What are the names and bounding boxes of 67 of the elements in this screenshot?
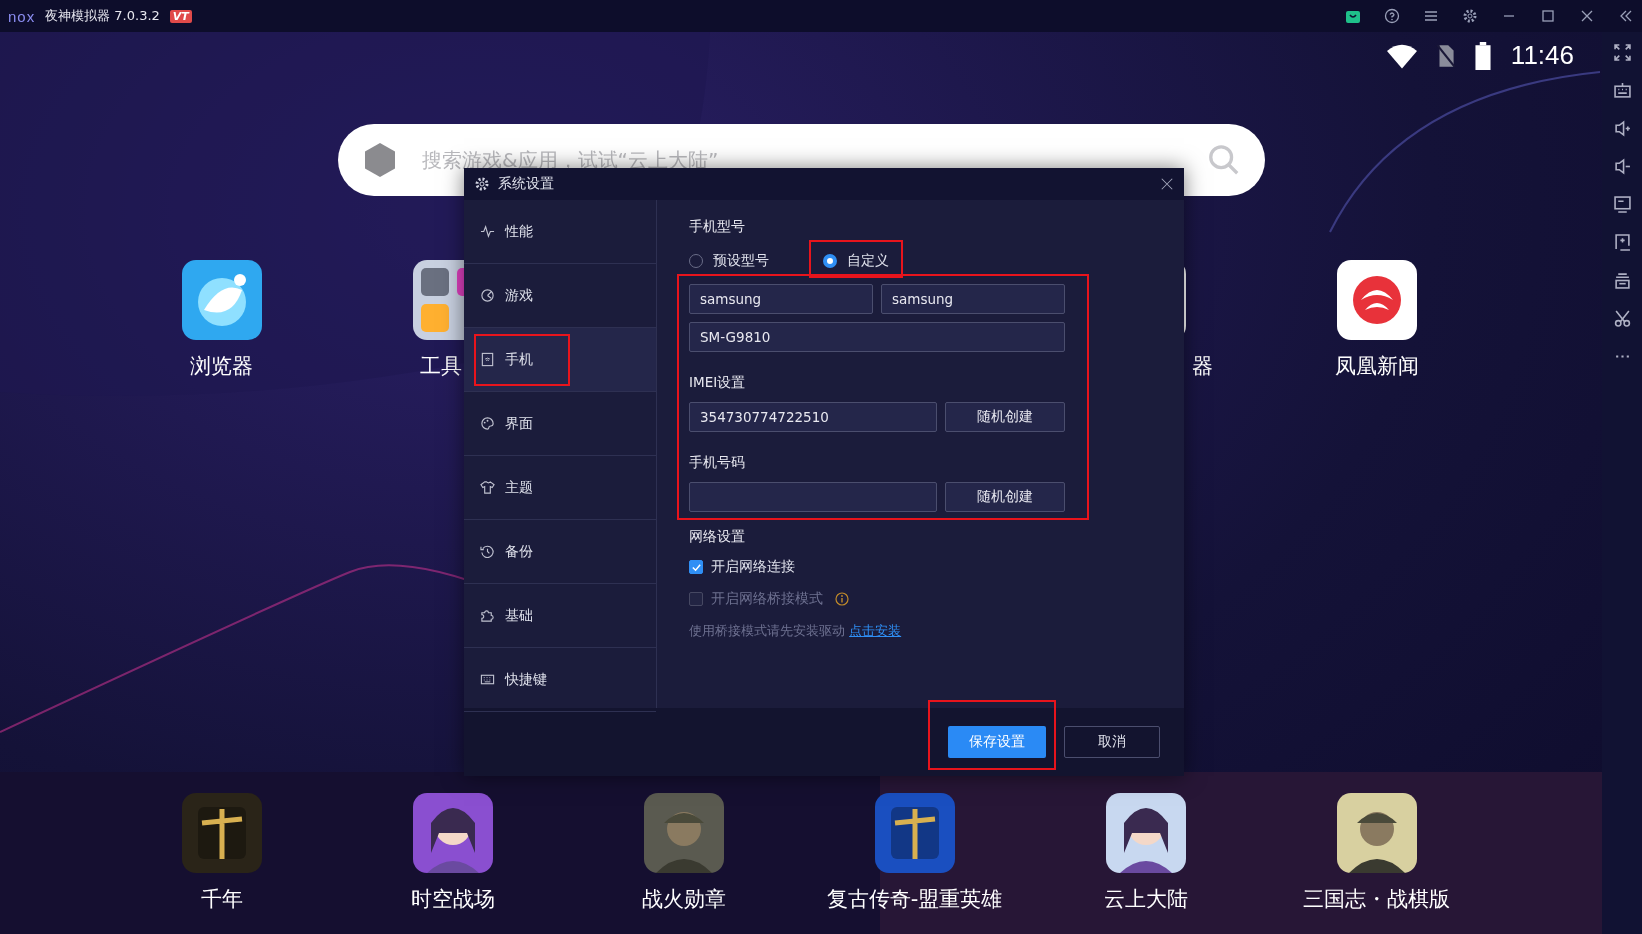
model-field[interactable]: SM-G9810 xyxy=(689,322,1065,352)
manufacturer-field[interactable]: samsung xyxy=(881,284,1065,314)
brand-field[interactable]: samsung xyxy=(689,284,873,314)
clock: 11:46 xyxy=(1510,40,1574,71)
volume-down-icon[interactable] xyxy=(1613,158,1631,175)
app-label: 复古传奇-盟重英雄 xyxy=(826,886,1003,913)
close-icon[interactable] xyxy=(1160,177,1174,191)
phone-number-field[interactable] xyxy=(689,482,937,512)
volume-up-icon[interactable] xyxy=(1613,120,1631,137)
nav-item[interactable]: 性能 xyxy=(464,200,656,264)
pulse-icon xyxy=(480,224,495,239)
close-icon[interactable] xyxy=(1579,8,1595,24)
shirt-icon xyxy=(480,480,495,495)
pie-chart-icon xyxy=(480,288,495,303)
apk-icon[interactable] xyxy=(1613,234,1631,251)
nav-item[interactable]: 基础 xyxy=(464,584,656,648)
section-heading: 手机型号 xyxy=(689,218,746,236)
random-button[interactable]: 随机创建 xyxy=(945,402,1065,432)
keyboard-icon xyxy=(480,672,495,687)
app-label: 凤凰新闻 xyxy=(1334,353,1419,380)
phone-icon xyxy=(480,352,495,367)
palette-icon xyxy=(480,416,495,431)
app-label: 浏览器 xyxy=(190,353,253,380)
settings-icon xyxy=(474,176,490,192)
help-icon[interactable] xyxy=(1384,8,1400,24)
puzzle-icon xyxy=(480,608,495,623)
keyboard-icon[interactable] xyxy=(1613,82,1631,99)
random-button[interactable]: 随机创建 xyxy=(945,482,1065,512)
nav-item[interactable]: 主题 xyxy=(464,456,656,520)
shop-icon[interactable] xyxy=(1345,8,1361,24)
radio-option[interactable]: 预设型号 xyxy=(689,252,769,270)
app-label: 时空战场 xyxy=(410,886,495,913)
bridge-note: 使用桥接模式请先安装驱动 点击安装 xyxy=(689,622,903,640)
cancel-button[interactable]: 取消 xyxy=(1064,726,1160,758)
section-heading: IMEI设置 xyxy=(689,374,747,392)
app-label: 千年 xyxy=(200,886,243,913)
window-title: 夜神模拟器 7.0.3.2 xyxy=(45,7,160,25)
app-label: 器 xyxy=(1190,353,1213,380)
imei-field[interactable]: 354730774722510 xyxy=(689,402,937,432)
checkbox-option[interactable]: 开启网络连接 xyxy=(689,558,1152,576)
nav-item[interactable]: 手机 xyxy=(464,328,656,392)
settings-icon[interactable] xyxy=(1462,8,1478,24)
nav-item[interactable]: 界面 xyxy=(464,392,656,456)
app-label: 战火勋章 xyxy=(641,886,726,913)
history-icon xyxy=(480,544,495,559)
app-label: 云上大陆 xyxy=(1103,886,1188,913)
app-logo: nox xyxy=(8,7,36,25)
checkmark-icon xyxy=(690,561,702,573)
radio-option[interactable]: 自定义 xyxy=(823,252,889,270)
install-link[interactable]: 点击安装 xyxy=(849,623,902,638)
screen-icon[interactable] xyxy=(1613,196,1631,213)
battery-icon xyxy=(1474,41,1491,70)
fullscreen-icon[interactable] xyxy=(1613,44,1631,61)
vt-badge: VT xyxy=(169,9,192,23)
wifi-icon xyxy=(1386,42,1417,69)
dialog-title: 系统设置 xyxy=(498,175,554,193)
hexagon-logo-icon xyxy=(362,142,398,178)
maximize-icon[interactable] xyxy=(1540,8,1556,24)
stack-icon[interactable] xyxy=(1613,272,1631,289)
app-label: 三国志・战棋版 xyxy=(1303,886,1450,913)
nav-item[interactable]: 备份 xyxy=(464,520,656,584)
collapse-icon[interactable] xyxy=(1618,8,1634,24)
section-heading: 网络设置 xyxy=(689,528,746,546)
section-heading: 手机号码 xyxy=(689,454,746,472)
menu-icon[interactable] xyxy=(1423,8,1439,24)
scissors-icon[interactable] xyxy=(1613,310,1631,327)
app-label: 工具 xyxy=(419,353,463,380)
